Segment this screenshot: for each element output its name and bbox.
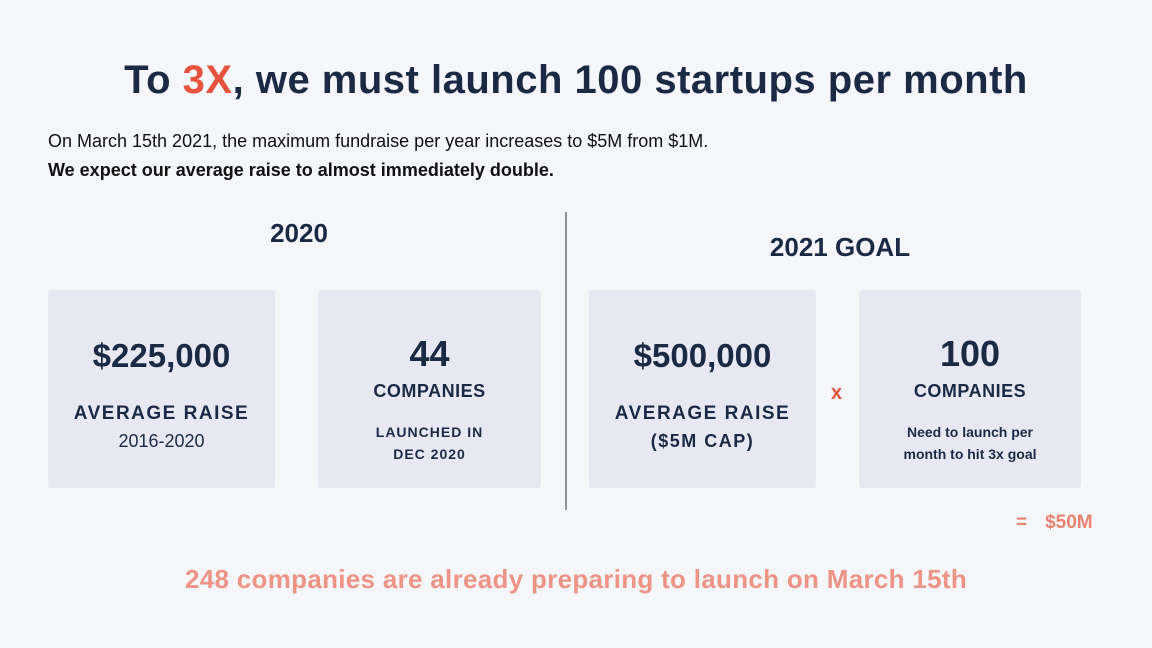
card-value: $500,000 xyxy=(633,337,772,374)
title-prefix: To xyxy=(124,58,183,102)
card-value: 44 xyxy=(409,333,450,374)
card-2020-companies: 44 COMPANIES LAUNCHED IN DEC 2020 xyxy=(318,290,541,488)
card-2020-average-raise: $225,000 AVERAGE RAISE 2016-2020 xyxy=(48,290,275,488)
card-subtitle-line-1: LAUNCHED IN xyxy=(375,424,484,440)
intro-line-1: On March 15th 2021, the maximum fundrais… xyxy=(48,131,709,151)
total-result: = $50M xyxy=(1016,512,1093,534)
card-subtitle-line-2: month to hit 3x goal xyxy=(903,446,1037,462)
multiply-sign: x xyxy=(831,382,843,404)
page-title: To 3X, we must launch 100 startups per m… xyxy=(0,58,1152,103)
card-value: 100 xyxy=(939,333,1001,374)
heading-2020: 2020 xyxy=(270,218,328,248)
card-value: $225,000 xyxy=(92,337,231,374)
equals-sign: = xyxy=(1016,512,1028,533)
card-subtitle: ($5M CAP) xyxy=(650,431,755,451)
card-2021-average-raise: $500,000 AVERAGE RAISE ($5M CAP) xyxy=(589,290,816,488)
card-label: AVERAGE RAISE xyxy=(614,403,791,424)
card-subtitle: 2016-2020 xyxy=(118,431,205,451)
footer-note: 248 companies are already preparing to l… xyxy=(184,564,968,594)
card-subtitle-line-1: Need to launch per xyxy=(906,424,1034,440)
total-value: $50M xyxy=(1045,512,1093,533)
card-2021-companies: 100 COMPANIES Need to launch per month t… xyxy=(859,290,1081,488)
section-divider xyxy=(565,212,567,510)
intro-line-2: We expect our average raise to almost im… xyxy=(48,160,554,180)
heading-2021-goal: 2021 GOAL xyxy=(769,232,911,262)
title-accent: 3X xyxy=(182,58,233,102)
card-label: COMPANIES xyxy=(913,381,1027,401)
card-label: COMPANIES xyxy=(373,381,486,401)
card-subtitle-line-2: DEC 2020 xyxy=(393,446,466,462)
card-label: AVERAGE RAISE xyxy=(73,403,250,424)
title-suffix: , we must launch 100 startups per month xyxy=(232,58,1028,102)
